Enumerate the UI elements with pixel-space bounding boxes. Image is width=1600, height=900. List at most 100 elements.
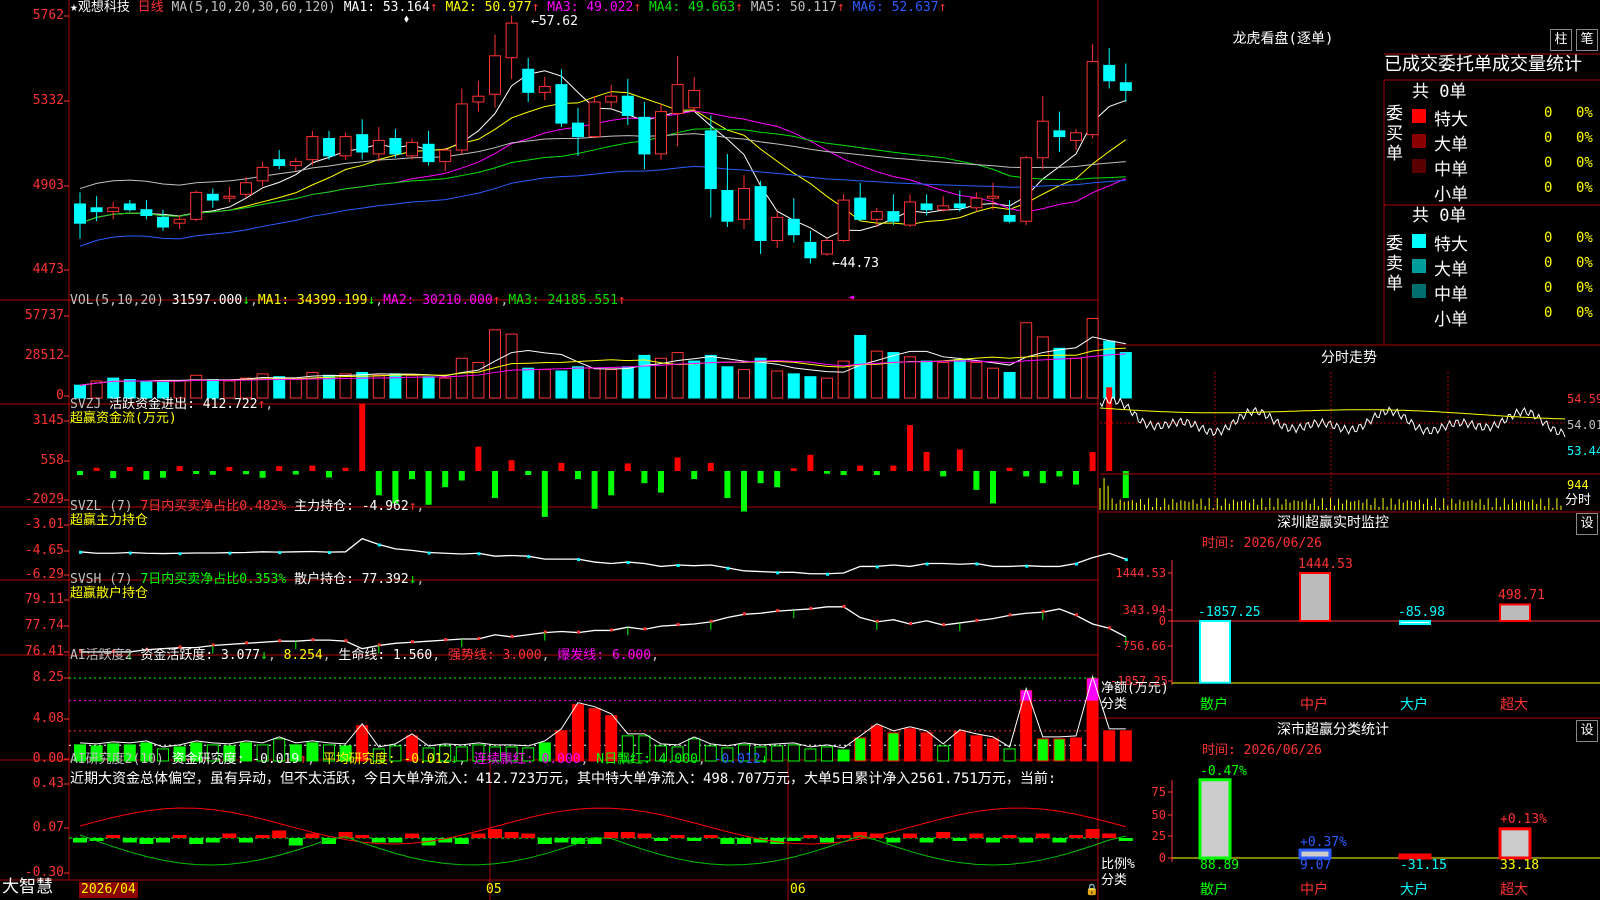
main-holding-point <box>577 558 580 562</box>
sz-unit: 净额(万元) <box>1101 681 1169 696</box>
activity-bar <box>937 745 950 762</box>
candle-body <box>90 207 103 213</box>
main-holding-point <box>676 563 680 567</box>
research-bar <box>239 838 253 843</box>
fund-flow-bar <box>143 471 150 480</box>
fund-flow-bar <box>1006 467 1013 471</box>
sell-order-type: 小单 <box>1434 310 1468 330</box>
research-bar <box>1002 835 1017 838</box>
svsh-label: SVSH (7) <box>70 572 133 587</box>
fund-flow-bar <box>541 471 548 517</box>
candle-body <box>920 203 933 211</box>
sz-settings-button[interactable]: 设 <box>1576 513 1598 535</box>
fund-flow-bar <box>176 466 183 471</box>
activity-bar <box>1036 738 1049 762</box>
svzl-label: SVZL (7) <box>70 499 133 514</box>
research-bar <box>272 830 287 838</box>
volume-bar <box>704 354 717 399</box>
research-bar <box>454 838 469 844</box>
research-bar <box>205 838 220 843</box>
main-holding-point <box>527 555 531 559</box>
sz-bar <box>1499 603 1531 623</box>
fund-flow-bar <box>741 471 747 512</box>
star-icon[interactable]: ★ <box>70 0 78 15</box>
ai1-b: 8.254 <box>283 648 323 663</box>
sz-bar <box>1299 572 1331 622</box>
research-bar <box>288 838 303 846</box>
vol-panel-header: VOL(5,10,20) 31597.000↓,MA1: 34399.199↓,… <box>70 293 626 308</box>
cls-category: 大户 <box>1400 882 1428 898</box>
sell-order-swatch <box>1412 284 1426 298</box>
tick-mode-button[interactable]: 笔 <box>1576 29 1598 51</box>
retail-holding-point <box>909 621 912 625</box>
candle-body <box>937 205 950 211</box>
volume-bar <box>240 377 252 399</box>
svzj-title: 超赢资金流(万元) <box>70 411 177 426</box>
candle-body <box>256 166 269 182</box>
volume-bar <box>572 366 584 399</box>
main-holding-point <box>875 565 879 569</box>
candle-body <box>306 136 319 161</box>
volume-bar <box>1053 347 1066 399</box>
footer-date-label: 2026/04 <box>79 882 138 898</box>
candle-body <box>356 134 369 153</box>
sz-y-label: -756.66 <box>1115 639 1166 653</box>
candle-body <box>1103 64 1116 82</box>
volume-bar <box>157 381 169 399</box>
main-holding-point <box>328 551 331 555</box>
candle-body <box>240 182 252 195</box>
candle-body <box>655 111 667 155</box>
stock-name: 观想科技 <box>77 0 130 15</box>
ai2-y-label-0: 0.43 <box>32 776 64 791</box>
candle-body <box>1053 130 1066 138</box>
period-label[interactable]: 日线 <box>138 0 164 15</box>
activity-bar <box>787 744 800 762</box>
main-holding-point <box>128 551 132 555</box>
lock-icon[interactable]: 🔒 <box>1085 882 1099 898</box>
fund-flow-bar <box>990 471 996 504</box>
svsh-y-label-0: 79.11 <box>24 592 64 607</box>
cls-time: 时间: 2026/06/26 <box>1202 743 1322 758</box>
buy-order-pct: 0% <box>1576 180 1593 196</box>
candle-body <box>704 130 717 190</box>
bar-mode-button[interactable]: 柱 <box>1550 29 1572 51</box>
research-bar <box>388 838 403 843</box>
intraday-tag[interactable]: 分时 <box>1565 493 1591 509</box>
research-bar <box>172 835 187 838</box>
main-holding-line <box>79 537 1127 575</box>
svzj-label: SVZJ <box>70 397 102 412</box>
vol-ma3: MA3: 24185.551 <box>508 293 618 308</box>
fund-flow-bar <box>226 466 233 471</box>
activity-bar <box>837 749 850 762</box>
sell-side-label: 委卖单 <box>1386 234 1403 294</box>
svzj-y-label-2: -2029 <box>24 492 64 507</box>
main-holding-point <box>726 566 730 570</box>
ai1-y-label-1: 4.08 <box>32 711 64 726</box>
price-y-label-2: 4903 <box>32 178 64 193</box>
fund-flow-bar <box>359 403 366 471</box>
retail-holding-point <box>610 628 614 632</box>
ma10-line <box>79 91 1127 226</box>
candle-body <box>987 195 999 199</box>
research-bar <box>488 829 502 838</box>
research-line-green <box>79 834 1126 866</box>
candle-body <box>837 199 850 241</box>
candle-body <box>1020 157 1033 222</box>
svzl-sub2: 主力持仓: -4.962 <box>294 499 409 514</box>
volume-bar <box>538 369 551 399</box>
research-bar <box>1069 835 1083 838</box>
volume-bar <box>688 360 701 399</box>
cls-settings-button[interactable]: 设 <box>1576 720 1598 742</box>
sell-order-pct: 0% <box>1576 280 1593 296</box>
candle-body <box>804 241 817 259</box>
fund-flow-bar <box>309 465 316 471</box>
candle-body <box>289 161 302 166</box>
fund-flow-bar <box>475 446 482 471</box>
volume-bar <box>455 357 468 399</box>
retail-holding-point <box>311 638 315 642</box>
price-y-label-1: 5332 <box>32 93 64 108</box>
volume-stats-tab[interactable]: 已成交委托单成交量统计 <box>1384 54 1582 76</box>
fund-flow-bar <box>575 471 581 480</box>
activity-bar <box>804 748 817 762</box>
fund-flow-bar <box>1089 452 1096 471</box>
